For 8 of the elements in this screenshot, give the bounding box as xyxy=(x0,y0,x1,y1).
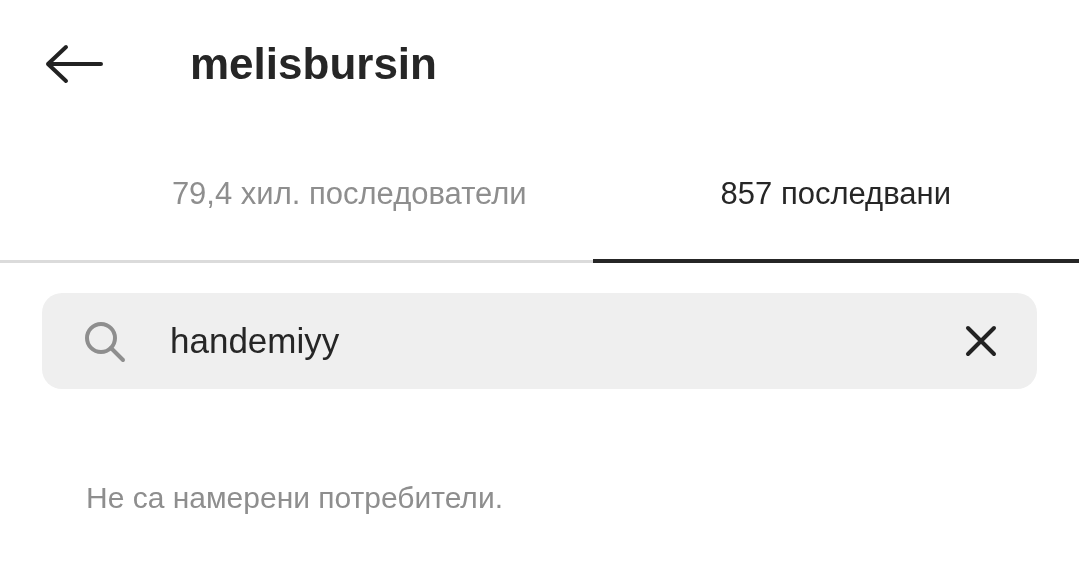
search-input[interactable]: handemiyy xyxy=(170,321,965,361)
tab[interactable]: 857 последвани xyxy=(592,128,1079,263)
back-arrow-icon[interactable] xyxy=(44,44,104,84)
clear-icon[interactable] xyxy=(965,325,997,357)
search-field[interactable]: handemiyy xyxy=(42,293,1037,389)
username-title: melisbursin xyxy=(190,39,437,89)
search-icon xyxy=(82,319,126,363)
empty-results-message: Не са намерени потребители. xyxy=(86,481,504,515)
